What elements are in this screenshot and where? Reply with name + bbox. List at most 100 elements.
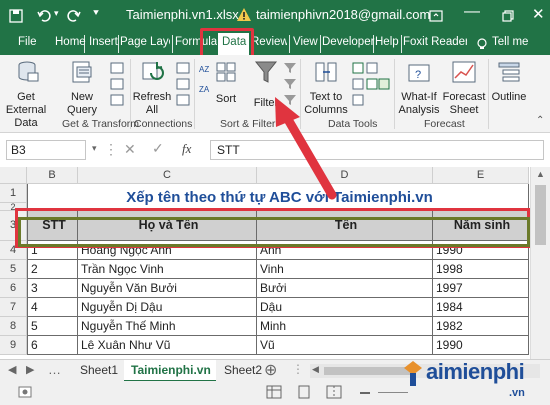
cancel-icon[interactable]: ✕ [124, 141, 136, 158]
cell-stt[interactable]: 6 [27, 336, 78, 355]
data-tools-icons[interactable] [350, 61, 392, 111]
scroll-up-icon[interactable]: ▲ [536, 169, 545, 179]
connections-icons[interactable] [174, 61, 192, 111]
lightbulb-icon[interactable] [475, 37, 489, 51]
row-header-6[interactable]: 6 [0, 279, 27, 298]
cell-first-name[interactable]: Dậu [257, 298, 433, 317]
sheet-tab-taimienphi-label: Taimienphi.vn [131, 363, 211, 377]
what-if-icon: ? [408, 64, 430, 82]
tab-insert[interactable]: Insert [89, 36, 118, 48]
svg-text:?: ? [415, 69, 421, 81]
restore-icon[interactable] [500, 8, 516, 24]
new-query-icon [72, 61, 92, 83]
refresh-all-button[interactable]: Refresh All [132, 59, 172, 117]
tab-page-layout[interactable]: Page Layout [120, 36, 170, 48]
tell-me-search[interactable]: Tell me [492, 36, 528, 48]
column-header-c[interactable]: C [78, 167, 257, 184]
sheet-title-cell[interactable]: Xếp tên theo thứ tự ABC với Taimienphi.v… [27, 184, 529, 211]
account-email[interactable]: taimienphivn2018@gmail.com [256, 7, 430, 22]
add-sheet-icon[interactable]: ⊕ [264, 360, 277, 380]
scroll-tabs-left-icon[interactable]: ◀ [8, 363, 16, 376]
cell-birth-year[interactable]: 1982 [433, 317, 529, 336]
row-header-7[interactable]: 7 [0, 298, 27, 317]
page-layout-view-icon[interactable] [296, 385, 312, 399]
undo-dropdown-icon[interactable]: ▾ [54, 8, 59, 19]
name-box[interactable]: B3 [6, 140, 86, 160]
filter-button[interactable]: Filter [250, 59, 282, 110]
scroll-tabs-right-icon[interactable]: ▶ [26, 363, 34, 376]
filter-options-icons[interactable] [282, 61, 298, 111]
cell-birth-year[interactable]: 1998 [433, 260, 529, 279]
macro-record-icon[interactable] [18, 385, 32, 399]
recent-sources-icons[interactable] [106, 61, 128, 111]
cell-stt[interactable]: 4 [27, 298, 78, 317]
sheet-tab-taimienphi[interactable]: Taimienphi.vn [124, 360, 216, 382]
tab-help[interactable]: Help [375, 36, 399, 48]
tab-developer[interactable]: Developer [322, 36, 374, 48]
sheet-tab-sheet1[interactable]: Sheet1 [80, 363, 118, 377]
h-scrollbar-thumb[interactable] [324, 367, 414, 375]
zoom-slider[interactable] [378, 392, 408, 393]
formula-input[interactable]: STT [210, 140, 544, 160]
column-header-d[interactable]: D [257, 167, 433, 184]
tab-foxit-reader[interactable]: Foxit Reader [403, 36, 467, 48]
minimize-icon[interactable]: — [464, 3, 480, 21]
cell-birth-year[interactable]: 1990 [433, 336, 529, 355]
new-query-button[interactable]: New Query [60, 59, 104, 117]
cell-stt[interactable]: 3 [27, 279, 78, 298]
tab-divider [373, 35, 374, 53]
tab-review[interactable]: Review [251, 36, 287, 48]
tab-home[interactable]: Home [55, 36, 86, 48]
cell-first-name[interactable]: Vũ [257, 336, 433, 355]
cell-first-name[interactable]: Bưởi [257, 279, 433, 298]
forecast-sheet-button[interactable]: Forecast Sheet [442, 59, 486, 117]
outline-button[interactable]: Outline [490, 59, 528, 104]
group-get-transform: Get & Transform [62, 118, 140, 130]
tab-file[interactable]: File [18, 36, 37, 48]
cell-birth-year[interactable]: 1984 [433, 298, 529, 317]
column-header-e[interactable]: E [433, 167, 529, 184]
save-icon[interactable] [8, 8, 24, 24]
row-header-9[interactable]: 9 [0, 336, 27, 355]
cell-birth-year[interactable]: 1997 [433, 279, 529, 298]
sort-button[interactable]: Sort [214, 61, 238, 106]
tab-view[interactable]: View [293, 36, 318, 48]
zoom-out-icon[interactable] [360, 392, 370, 394]
vertical-scrollbar[interactable]: ▲ [530, 167, 550, 359]
undo-icon[interactable] [36, 8, 52, 24]
select-all-corner[interactable] [0, 167, 27, 184]
cell-full-name[interactable]: Nguyễn Dị Dậu [78, 298, 257, 317]
row-header-1[interactable]: 1 [0, 184, 27, 203]
row-header-8[interactable]: 8 [0, 317, 27, 336]
new-query-label: New Query [67, 91, 97, 116]
cell-full-name[interactable]: Lê Xuân Như Vũ [78, 336, 257, 355]
tab-split-handle-icon[interactable]: ⋮ [292, 362, 304, 376]
ribbon-display-icon[interactable] [428, 8, 444, 24]
sheet-tab-sheet2[interactable]: Sheet2 [224, 363, 262, 377]
cell-full-name[interactable]: Trần Ngọc Vinh [78, 260, 257, 279]
row-header-5[interactable]: 5 [0, 260, 27, 279]
column-header-b[interactable]: B [27, 167, 78, 184]
cell-full-name[interactable]: Nguyễn Văn Bưởi [78, 279, 257, 298]
enter-icon[interactable]: ✓ [152, 140, 164, 157]
scroll-left-icon[interactable]: ◀ [312, 364, 319, 375]
cell-full-name[interactable]: Nguyễn Thế Minh [78, 317, 257, 336]
page-break-view-icon[interactable] [326, 385, 342, 399]
more-tabs-icon[interactable]: … [48, 362, 61, 377]
redo-icon[interactable] [66, 8, 82, 24]
collapse-ribbon-icon[interactable]: ⌃ [536, 115, 544, 126]
taimienphi-logo-icon [404, 361, 422, 386]
close-icon[interactable]: ✕ [532, 5, 545, 23]
cell-stt[interactable]: 2 [27, 260, 78, 279]
customize-toolbar-icon[interactable]: ⯆ [92, 8, 100, 19]
normal-view-icon[interactable] [266, 385, 282, 399]
scrollbar-thumb[interactable] [535, 185, 546, 245]
cell-first-name[interactable]: Minh [257, 317, 433, 336]
text-to-columns-button[interactable]: Text to Columns [304, 59, 348, 117]
what-if-analysis-button[interactable]: ? What-If Analysis [396, 59, 442, 117]
cell-first-name[interactable]: Vinh [257, 260, 433, 279]
cell-stt[interactable]: 5 [27, 317, 78, 336]
insert-function-icon[interactable]: fx [182, 141, 191, 157]
get-external-data-button[interactable]: Get External Data [2, 59, 52, 130]
name-box-dropdown-icon[interactable]: ▾ [92, 143, 97, 154]
